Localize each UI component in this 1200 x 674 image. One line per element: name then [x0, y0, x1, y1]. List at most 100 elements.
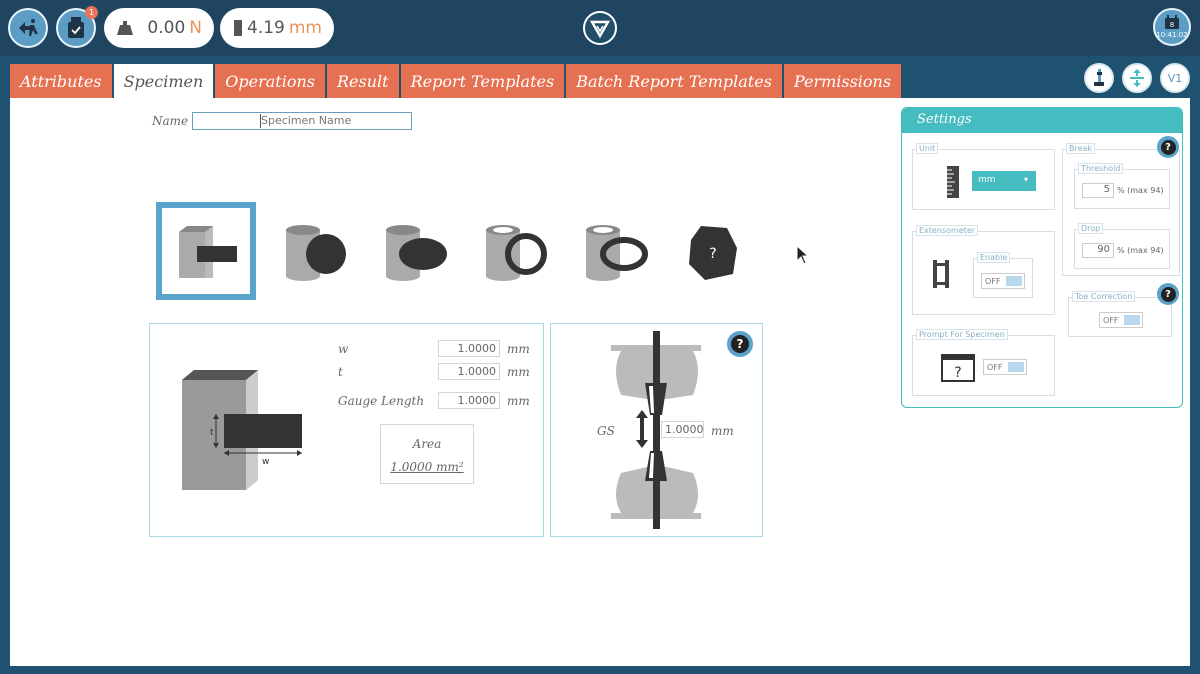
force-unit: N: [189, 18, 202, 38]
crosshead-move-button[interactable]: [1122, 63, 1152, 93]
force-value: 0.00: [147, 18, 186, 38]
specimen-panel: Name Specimen Name ? t w w 1.0000 mm t 1…: [10, 98, 1190, 666]
settings-panel: Settings Unit mm ▾ Extensometer Enable O…: [901, 107, 1183, 408]
vertical-arrows-icon: [1130, 69, 1144, 87]
gauge-arrow-icon: [636, 410, 648, 448]
extensometer-toggle[interactable]: OFF: [981, 273, 1025, 289]
unit-select[interactable]: mm ▾: [972, 171, 1036, 191]
shape-oval[interactable]: [363, 202, 463, 300]
usb-button[interactable]: 1: [56, 6, 98, 48]
w-label: w: [338, 342, 349, 356]
version-button[interactable]: V1: [1160, 63, 1190, 93]
toe-correction-help-button[interactable]: ?: [1157, 283, 1179, 305]
grip-separation-box: GS 1.0000 mm ?: [550, 323, 763, 537]
t-input[interactable]: 1.0000: [438, 363, 500, 380]
unit-group-label: Unit: [916, 143, 939, 154]
extensometer-icon: [933, 260, 949, 288]
test-frame-icon: [1094, 69, 1104, 86]
text-cursor: [260, 114, 261, 128]
grip-help-button[interactable]: ?: [727, 331, 753, 357]
app-logo: [583, 11, 617, 45]
gs-unit: mm: [711, 424, 734, 438]
toe-correction-toggle[interactable]: OFF: [1099, 312, 1143, 328]
threshold-note: % (max 94): [1117, 186, 1164, 195]
t-label: t: [338, 365, 343, 379]
w-input[interactable]: 1.0000: [438, 340, 500, 357]
extensometer-enable-box: Enable OFF: [973, 252, 1033, 298]
prompt-dialog-icon: ?: [941, 354, 975, 382]
threshold-input[interactable]: 5: [1082, 183, 1114, 198]
drop-label: Drop: [1078, 223, 1104, 234]
tab-operations[interactable]: Operations: [215, 64, 325, 98]
tab-report-templates[interactable]: Report Templates: [400, 64, 565, 98]
area-display: Area 1.0000 mm²: [380, 424, 474, 484]
dimensions-box: t w w 1.0000 mm t 1.0000 mm Gauge Length…: [149, 323, 544, 537]
tab-batch-report-templates[interactable]: Batch Report Templates: [566, 64, 782, 98]
toe-toggle-state: OFF: [1103, 315, 1119, 325]
prompt-toggle-state: OFF: [987, 362, 1003, 372]
name-label: Name: [152, 114, 189, 128]
gs-label: GS: [597, 424, 615, 438]
shape-oval-tube[interactable]: [563, 202, 663, 300]
threshold-label: Threshold: [1078, 163, 1124, 174]
extensometer-group-label: Extensometer: [916, 225, 979, 236]
t-dimension-label: t: [210, 428, 214, 438]
extensometer-toggle-state: OFF: [985, 276, 1001, 286]
top-bar: 1 0.00 N 4.19 mm 8 10:41:02: [0, 0, 1200, 56]
usb-count-badge: 1: [85, 6, 98, 19]
ruler-icon: [947, 166, 959, 198]
toe-correction-group: Toe Correction OFF: [1068, 291, 1172, 337]
calendar-clock-button[interactable]: 8 10:41:02: [1153, 8, 1191, 46]
tab-strip: Attributes Specimen Operations Result Re…: [10, 56, 1190, 98]
break-help-button[interactable]: ?: [1157, 136, 1179, 158]
specimen-name-input[interactable]: Specimen Name: [192, 112, 412, 130]
w-dimension-label: w: [262, 457, 269, 467]
position-unit: mm: [288, 18, 322, 38]
prompt-toggle[interactable]: OFF: [983, 359, 1027, 375]
toggle-knob: [1006, 276, 1022, 286]
clock-time: 10:41:02: [1156, 31, 1188, 39]
break-group-label: Break: [1066, 143, 1096, 154]
area-label: Area: [412, 437, 442, 451]
shape-round[interactable]: [263, 202, 363, 300]
tab-specimen[interactable]: Specimen: [113, 64, 214, 98]
question-icon: ?: [1160, 139, 1176, 155]
threshold-box: Threshold 5 % (max 94): [1074, 163, 1170, 209]
gauge-length-input[interactable]: 1.0000: [438, 392, 500, 409]
toe-correction-label: Toe Correction: [1072, 291, 1136, 302]
gauge-length-label: Gauge Length: [338, 394, 425, 408]
oval-specimen-icon: [386, 225, 447, 281]
shape-tube[interactable]: [463, 202, 563, 300]
prompt-for-specimen-group: Prompt For Specimen ? OFF: [912, 329, 1055, 396]
drop-input[interactable]: 90: [1082, 243, 1114, 258]
exit-button[interactable]: [8, 8, 48, 48]
shape-irregular[interactable]: ?: [663, 202, 763, 300]
logo-v-icon: [590, 20, 610, 38]
tab-result[interactable]: Result: [326, 64, 399, 98]
t-unit: mm: [507, 365, 530, 379]
drop-note: % (max 94): [1117, 246, 1164, 255]
question-icon: ?: [1160, 286, 1176, 302]
tab-attributes[interactable]: Attributes: [10, 64, 112, 98]
drop-box: Drop 90 % (max 94): [1074, 223, 1170, 269]
tube-specimen-icon: [486, 225, 547, 281]
tab-permissions[interactable]: Permissions: [783, 64, 902, 98]
toggle-knob: [1124, 315, 1140, 325]
weight-icon: [117, 21, 133, 35]
rectangular-specimen-icon: [179, 226, 237, 278]
area-value: 1.0000 mm²: [390, 460, 464, 474]
extensometer-enable-label: Enable: [977, 252, 1011, 263]
extensometer-group: Extensometer Enable OFF: [912, 225, 1055, 315]
settings-title: Settings: [902, 108, 1182, 133]
oval-tube-specimen-icon: [586, 225, 648, 281]
prompt-glyph: ?: [954, 365, 961, 381]
shape-rectangular[interactable]: [156, 202, 256, 300]
gauge-length-unit: mm: [507, 394, 530, 408]
w-unit: mm: [507, 342, 530, 356]
prompt-group-label: Prompt For Specimen: [916, 329, 1008, 340]
test-frame-button[interactable]: [1084, 63, 1114, 93]
chevron-down-icon: ▾: [1023, 175, 1028, 184]
unit-group: Unit mm ▾: [912, 143, 1055, 210]
toggle-knob: [1008, 362, 1024, 372]
gs-input[interactable]: 1.0000: [661, 421, 704, 438]
